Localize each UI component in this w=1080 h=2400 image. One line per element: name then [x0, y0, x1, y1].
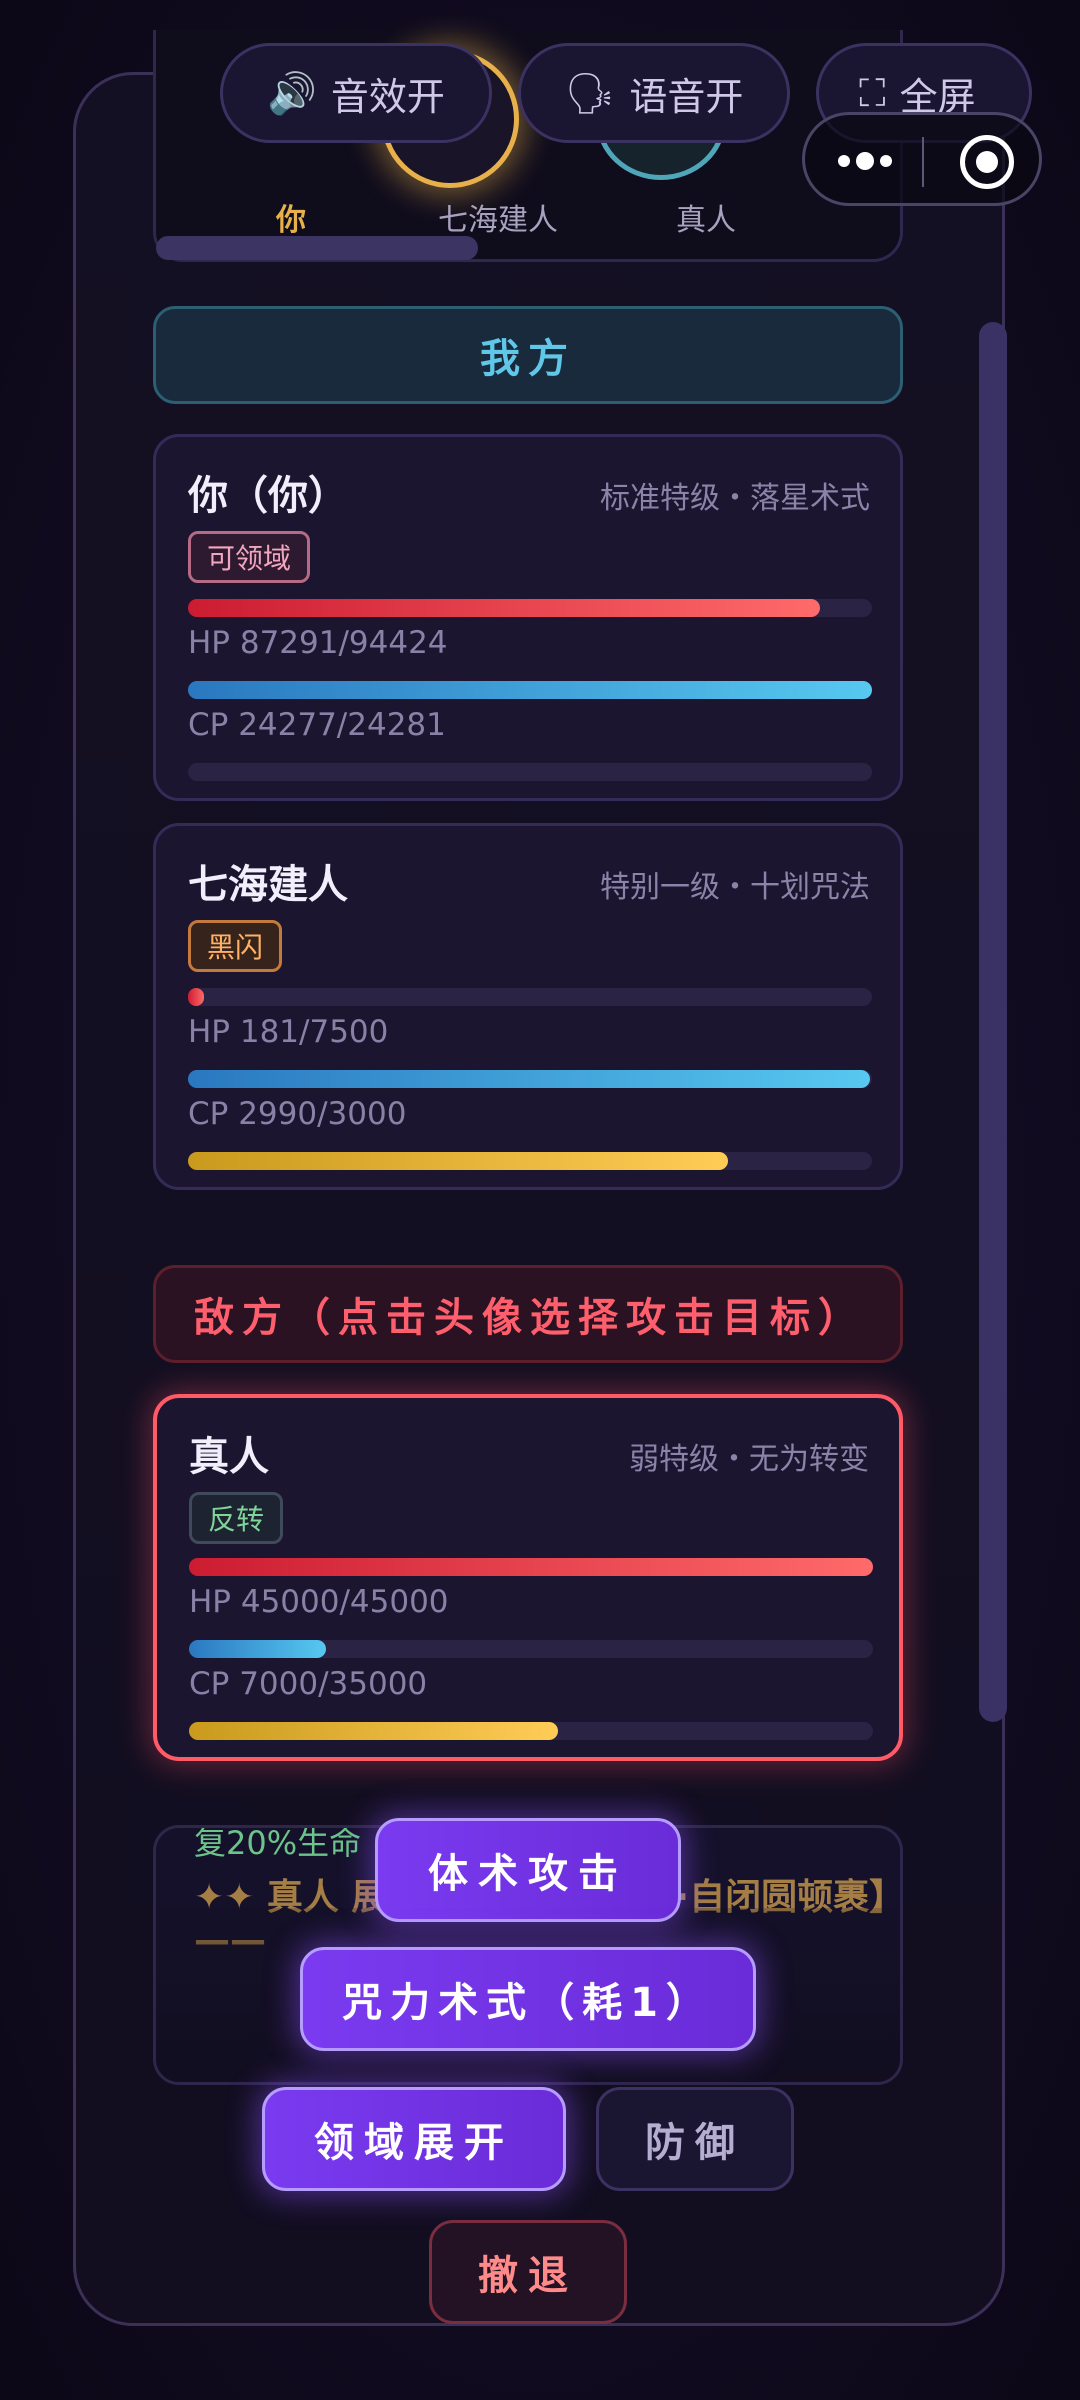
log-line: 复20%生命 — [194, 1825, 362, 1862]
sound-toggle-label: 音效开 — [330, 74, 445, 119]
voice-toggle-label: 语音开 — [629, 74, 744, 119]
retreat-button[interactable]: 撤退 — [429, 2220, 627, 2324]
page-scrollbar[interactable] — [979, 322, 1007, 1722]
domain-expansion-button[interactable]: 领域展开 — [262, 2087, 566, 2191]
status-badge: 可领域 — [188, 531, 311, 583]
avatar-label-enemy: 真人 — [676, 203, 736, 238]
voice-toggle-button[interactable]: 🗣 语音开 — [518, 43, 790, 143]
mini-program-capsule — [802, 112, 1042, 206]
hp-text: HP 181/7500 — [188, 1014, 389, 1050]
ally-card[interactable]: 七海建人 特别一级・十划咒法 黑闪 HP 181/7500 CP 2990/30… — [153, 823, 903, 1190]
physical-attack-button[interactable]: 体术攻击 — [375, 1818, 681, 1922]
unit-name: 你（你） — [188, 473, 348, 519]
status-badge: 黑闪 — [188, 920, 283, 972]
hp-bar — [188, 599, 872, 617]
cp-bar — [188, 1070, 872, 1088]
cp-text: CP 2990/3000 — [188, 1096, 407, 1132]
sound-toggle-button[interactable]: 🔊 音效开 — [220, 43, 492, 143]
defend-button[interactable]: 防御 — [596, 2087, 794, 2191]
unit-rank: 标准特级・落星术式 — [600, 481, 870, 516]
ally-section-header: 我方 — [153, 306, 903, 404]
hp-bar — [189, 1558, 873, 1576]
close-target-icon[interactable] — [960, 135, 1014, 189]
speaking-head-icon: 🗣 — [564, 70, 616, 117]
cursed-technique-button[interactable]: 咒力术式（耗1） — [300, 1947, 756, 2051]
gauge-bar — [188, 1152, 872, 1170]
fullscreen-icon: ⛶ — [859, 70, 886, 115]
cp-bar — [188, 681, 872, 699]
capsule-divider — [922, 137, 924, 187]
hp-text: HP 87291/94424 — [188, 625, 448, 661]
ally-card[interactable]: 你（你） 标准特级・落星术式 可领域 HP 87291/94424 CP 242… — [153, 434, 903, 801]
cp-bar — [189, 1640, 873, 1658]
gauge-bar — [188, 763, 872, 781]
unit-rank: 弱特级・无为转变 — [629, 1442, 869, 1477]
unit-name: 七海建人 — [188, 862, 348, 908]
gauge-bar — [189, 1722, 873, 1740]
status-badge: 反转 — [189, 1492, 284, 1544]
enemy-section-header: 敌方（点击头像选择攻击目标） — [153, 1265, 903, 1363]
avatar-label-ally: 七海建人 — [438, 203, 558, 238]
cp-text: CP 24277/24281 — [188, 707, 446, 743]
hp-bar — [188, 988, 872, 1006]
hp-text: HP 45000/45000 — [189, 1584, 449, 1620]
avatar-label-you: 你 — [276, 203, 306, 238]
cp-text: CP 7000/35000 — [189, 1666, 428, 1702]
unit-name: 真人 — [189, 1434, 269, 1480]
speaker-icon: 🔊 — [267, 70, 317, 117]
enemy-card-selected[interactable]: 真人 弱特级・无为转变 反转 HP 45000/45000 CP 7000/35… — [153, 1394, 903, 1761]
more-icon[interactable] — [838, 148, 898, 174]
avatar-strip-scrollbar[interactable] — [156, 236, 478, 260]
unit-rank: 特别一级・十划咒法 — [600, 870, 870, 905]
